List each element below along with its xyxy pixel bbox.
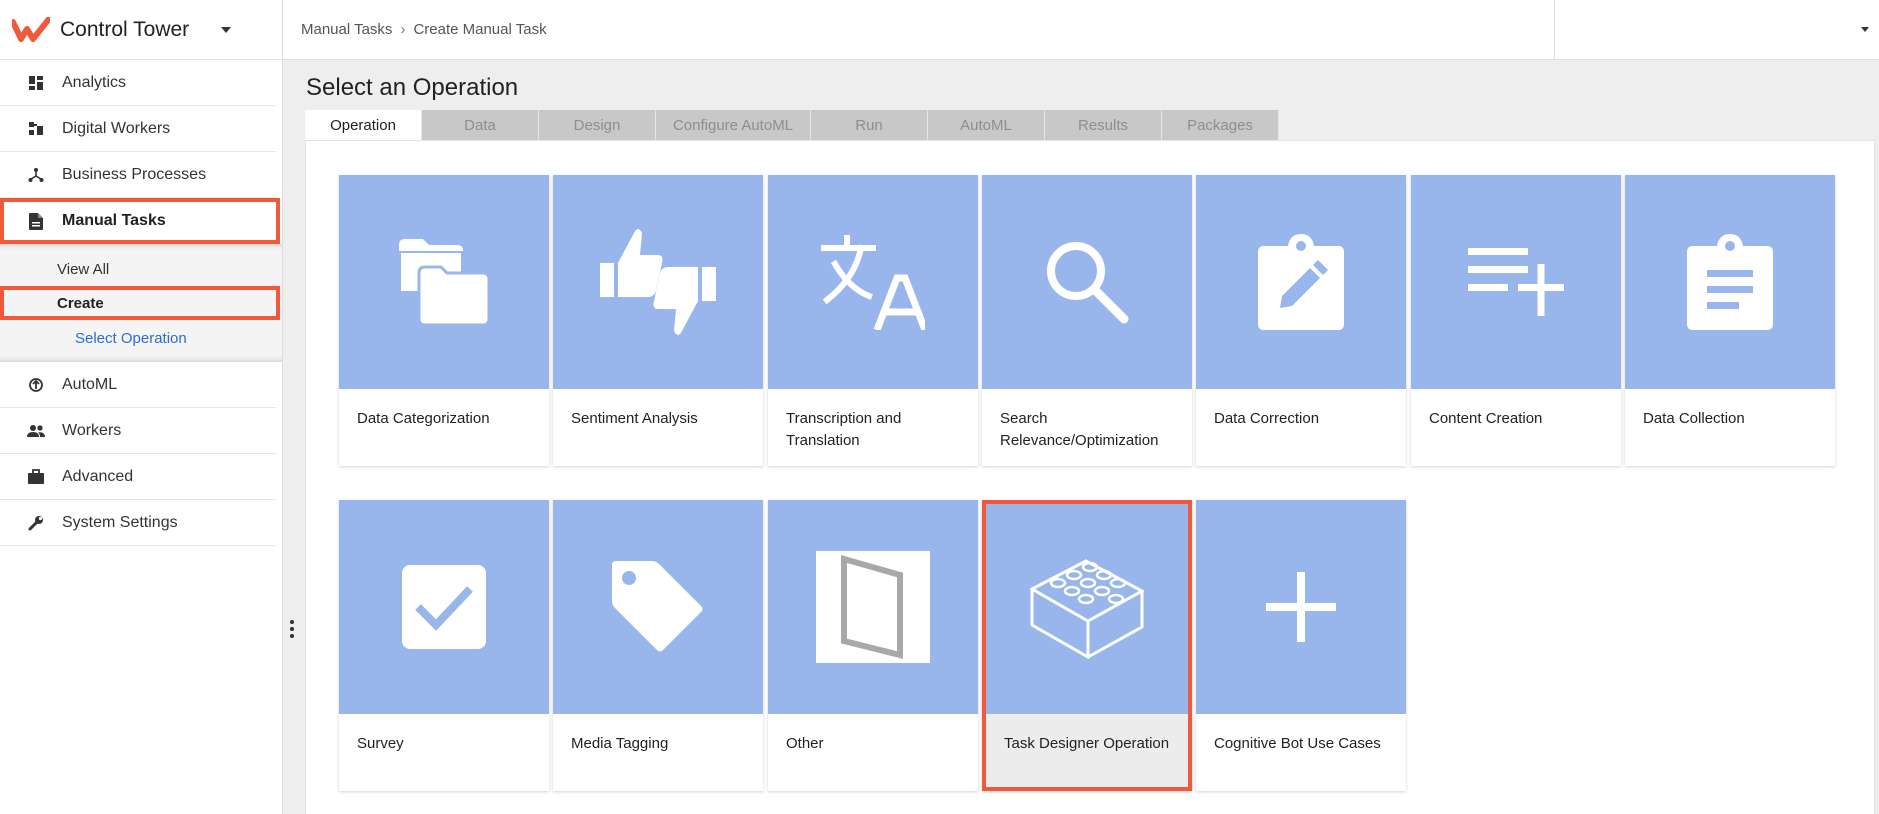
operation-card-cognitive-bot[interactable]: Cognitive Bot Use Cases — [1196, 500, 1406, 791]
operation-card-task-designer[interactable]: Task Designer Operation — [982, 500, 1192, 791]
operation-card-media-tagging[interactable]: Media Tagging — [553, 500, 763, 791]
card-art — [553, 175, 763, 389]
card-label: Search Relevance/Optimization — [1000, 410, 1159, 449]
chevron-down-icon[interactable] — [1861, 27, 1869, 32]
brand-logo-icon — [12, 16, 50, 42]
operation-card-sentiment-analysis[interactable]: Sentiment Analysis — [553, 175, 763, 466]
tab-design[interactable]: Design — [539, 110, 656, 140]
sidebar-item-label: Business Processes — [62, 165, 207, 183]
card-label: Sentiment Analysis — [571, 410, 698, 427]
sidebar-item-workers[interactable]: Workers — [0, 408, 276, 454]
wrench-icon — [27, 514, 45, 532]
card-label: Content Creation — [1429, 410, 1543, 427]
operation-card-data-correction[interactable]: Data Correction — [1196, 175, 1406, 466]
sidebar-item-label: System Settings — [62, 513, 178, 531]
sidebar-item-advanced[interactable]: Advanced — [0, 454, 276, 500]
sidebar-item-system-settings[interactable]: System Settings — [0, 500, 276, 546]
card-label: Data Correction — [1214, 410, 1320, 427]
tab-run[interactable]: Run — [811, 110, 928, 140]
tab-automl[interactable]: AutoML — [928, 110, 1045, 140]
tab-data[interactable]: Data — [422, 110, 539, 140]
breadcrumb-create-manual-task: Create Manual Task — [413, 21, 547, 38]
card-art — [768, 500, 978, 714]
tag-icon — [612, 561, 703, 652]
playlist-add-icon — [1468, 248, 1564, 316]
edit-clipboard-icon — [1258, 234, 1344, 330]
wizard-tabs: Operation Data Design Configure AutoML R… — [305, 110, 1279, 140]
card-art — [1411, 175, 1621, 389]
operation-card-other[interactable]: Other — [768, 500, 978, 791]
submenu-view-all[interactable]: View All — [0, 252, 282, 286]
sidebar-item-label: AutoML — [62, 375, 118, 393]
tab-configure-automl[interactable]: Configure AutoML — [656, 110, 811, 140]
app-title: Control Tower — [60, 17, 190, 41]
operation-card-survey[interactable]: Survey — [339, 500, 549, 791]
sidebar: Control Tower Analytics Digital Workers … — [0, 0, 283, 814]
dashboard-icon — [27, 74, 45, 92]
frame-icon — [816, 551, 930, 663]
operation-card-content-creation[interactable]: Content Creation — [1411, 175, 1621, 466]
operation-card-data-collection[interactable]: Data Collection — [1625, 175, 1835, 466]
card-art — [339, 500, 549, 714]
card-art — [1196, 500, 1406, 714]
sidebar-item-label: Advanced — [62, 467, 134, 485]
document-icon — [27, 212, 45, 230]
sidebar-item-label: Manual Tasks — [62, 212, 166, 229]
card-art — [553, 500, 763, 714]
card-art — [768, 175, 978, 389]
brand: Control Tower — [0, 0, 282, 60]
user-menu[interactable] — [1554, 0, 1879, 60]
plus-icon — [1266, 572, 1336, 642]
sidebar-item-analytics[interactable]: Analytics — [0, 60, 276, 106]
tab-operation[interactable]: Operation — [305, 110, 422, 140]
breadcrumb: Manual Tasks › Create Manual Task — [301, 21, 547, 38]
sidebar-item-label: Digital Workers — [62, 119, 171, 137]
process-icon — [27, 166, 45, 184]
card-label: Data Categorization — [357, 410, 490, 427]
card-label: Survey — [357, 735, 404, 752]
translate-icon — [821, 235, 925, 330]
submenu-create[interactable]: Create — [0, 286, 280, 320]
card-art — [1625, 175, 1835, 389]
card-label: Data Collection — [1643, 410, 1745, 427]
thumbs-up-down-icon — [600, 229, 716, 335]
tab-results[interactable]: Results — [1045, 110, 1162, 140]
manual-tasks-submenu: View All Create Select Operation — [0, 244, 282, 362]
sidebar-item-manual-tasks[interactable]: Manual Tasks — [0, 198, 280, 244]
sidebar-item-business-processes[interactable]: Business Processes — [0, 152, 276, 198]
lego-brick-icon — [1030, 559, 1144, 659]
app-switcher-caret-icon[interactable] — [221, 26, 232, 33]
submenu-select-operation[interactable]: Select Operation — [0, 320, 282, 356]
operation-card-transcription-translation[interactable]: Transcription and Translation — [768, 175, 978, 466]
sidebar-collapse-handle-icon[interactable] — [290, 620, 294, 641]
breadcrumb-manual-tasks[interactable]: Manual Tasks — [301, 21, 392, 38]
card-label: Transcription and Translation — [786, 410, 902, 449]
page-title: Select an Operation — [306, 74, 519, 101]
sidebar-item-label: Analytics — [62, 73, 127, 91]
operation-card-search-relevance[interactable]: Search Relevance/Optimization — [982, 175, 1192, 466]
card-art — [1196, 175, 1406, 389]
card-label: Other — [786, 735, 824, 752]
automl-icon — [27, 376, 45, 394]
card-label: Cognitive Bot Use Cases — [1214, 735, 1381, 752]
folders-icon — [399, 239, 489, 325]
card-label: Task Designer Operation — [986, 714, 1188, 787]
clipboard-icon — [1687, 234, 1773, 330]
card-art — [339, 175, 549, 389]
people-icon — [27, 422, 45, 440]
sidebar-item-automl[interactable]: AutoML — [0, 362, 276, 408]
card-label: Media Tagging — [571, 735, 669, 752]
card-art — [982, 175, 1192, 389]
top-header: Manual Tasks › Create Manual Task — [283, 0, 1879, 60]
sidebar-item-digital-workers[interactable]: Digital Workers — [0, 106, 276, 152]
briefcase-icon — [27, 468, 45, 486]
sidebar-item-label: Workers — [62, 421, 122, 439]
tab-packages[interactable]: Packages — [1162, 110, 1279, 140]
card-art — [986, 504, 1188, 714]
digital-workers-icon — [27, 120, 45, 138]
checkbox-icon — [402, 565, 486, 649]
operation-card-data-categorization[interactable]: Data Categorization — [339, 175, 549, 466]
chevron-right-icon: › — [400, 21, 406, 38]
search-icon — [1047, 242, 1129, 324]
